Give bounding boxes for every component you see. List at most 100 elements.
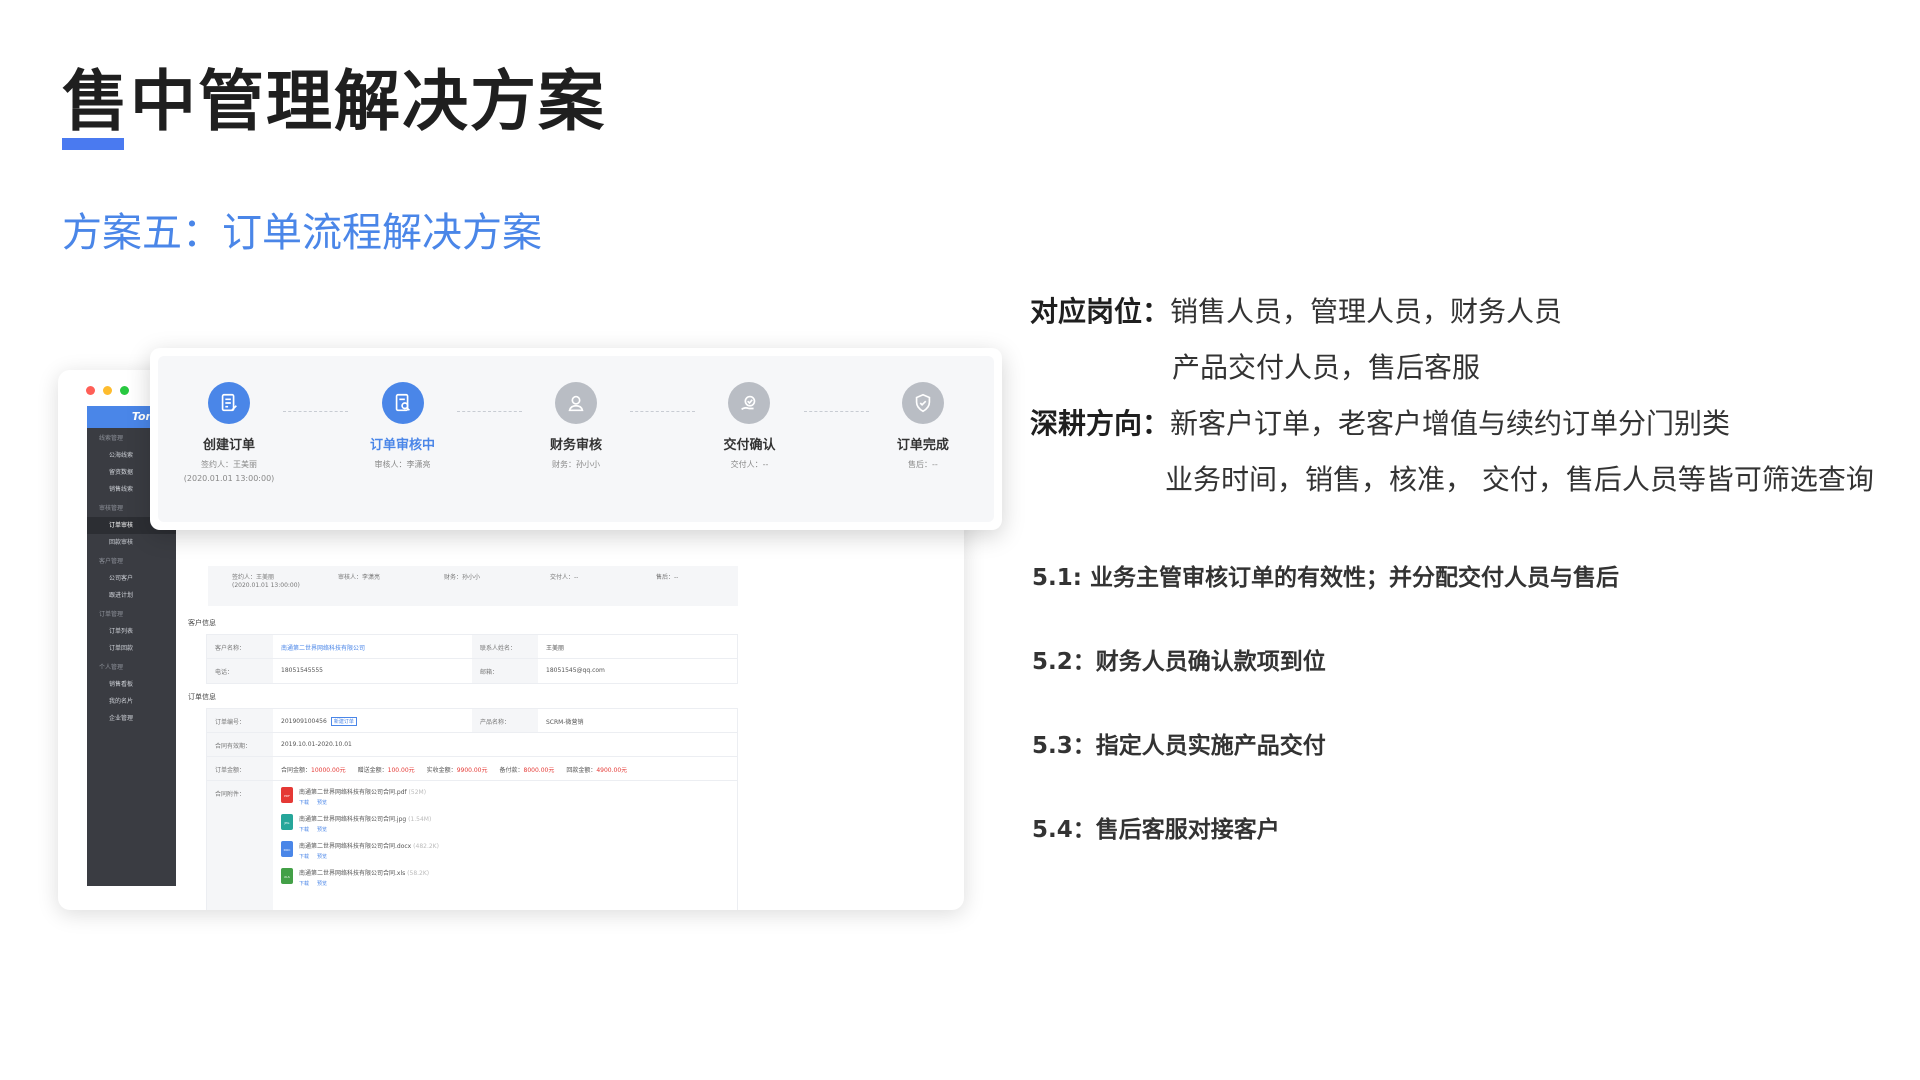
table-row: 订单金额： 合同金额：10000.00元 赠送金额：100.00元 实收金额：990… (207, 757, 737, 781)
summary-time: (2020.01.01 13:00:00) (232, 582, 300, 589)
progress-step[interactable]: 财务审核财务：孙小小 (506, 382, 646, 472)
amount-value: 10000.00元 (311, 767, 346, 774)
step-detail: 交付人：-- (679, 458, 819, 472)
order-amounts: 合同金额：10000.00元 赠送金额：100.00元 实收金额：9900.00元 备… (273, 757, 737, 780)
preview-link[interactable]: 预览 (317, 854, 327, 860)
file-icon: JPG (281, 814, 293, 830)
step-detail-line: 审核人：李潇亮 (374, 460, 431, 469)
amount-value: 8000.00元 (523, 767, 555, 774)
step-detail: 财务：孙小小 (506, 458, 646, 472)
progress-step[interactable]: 创建订单签约人：王美丽 (2020.01.01 13:00:00) (159, 382, 299, 486)
order-section-title: 订单信息 (188, 693, 216, 701)
attachment-size: (52M) (408, 789, 427, 796)
progress-step[interactable]: 订单完成 售后：-- (853, 382, 993, 472)
amount-label: 实收金额： (426, 767, 457, 774)
sidebar-item[interactable]: 我的名片 (87, 693, 176, 710)
attachment-name: 南通第二世界网络科技有限公司合同.pdf (52M) (299, 789, 427, 796)
attachment-size: (482.2K) (413, 843, 439, 850)
file-icon: DOC (281, 841, 293, 857)
cell-value: 18051545@qq.com (546, 667, 605, 674)
summary-reviewer: 审核人：李潇亮 (338, 574, 381, 581)
summary-delivery: 交付人：-- (550, 574, 579, 581)
attachment-item: PDF 南通第二世界网络科技有限公司合同.pdf (52M) 下载 预览 (281, 787, 737, 806)
sidebar-item[interactable]: 企业管理 (87, 710, 176, 727)
preview-link[interactable]: 预览 (317, 827, 327, 833)
table-row: 合同有效期： 2019.10.01-2020.10.01 (207, 733, 737, 757)
attachment-item: JPG 南通第二世界网络科技有限公司合同.jpg (1.54M) 下载 预览 (281, 814, 737, 833)
attachment-actions: 下载 预览 (299, 826, 431, 833)
step-detail-line: 财务：孙小小 (552, 460, 600, 469)
shield-check-icon (901, 382, 944, 424)
role-line-2: 产品交付人员，售后客服 (1172, 351, 1481, 384)
point-5-1: 5.1: 业务主管审核订单的有效性；并分配交付人员与售后 (1032, 565, 1619, 591)
sidebar-group-label: 订单管理 (99, 611, 124, 618)
progress-step[interactable]: 订单审核中 审核人：李潇亮 (333, 382, 473, 472)
cell-value: 201909100456 新建订单 (273, 709, 472, 732)
download-link[interactable]: 下载 (299, 800, 309, 806)
direction-line-2: 业务时间，销售，核准， 交付，售后人员等皆可筛选查询 (1165, 463, 1874, 496)
order-status-tag: 新建订单 (330, 717, 357, 726)
file-icon: XLS (281, 868, 293, 884)
attachment-body: 南通第二世界网络科技有限公司合同.jpg (1.54M) 下载 预览 (299, 814, 431, 833)
role-value: 销售人员，管理人员，财务人员 (1170, 295, 1563, 328)
table-row: 合同附件： PDF 南通第二世界网络科技有限公司合同.pdf (52M) 下载 预览 J… (207, 781, 737, 910)
cell-label: 电话： (207, 659, 273, 683)
attachment-actions: 下载 预览 (299, 853, 439, 860)
point-5-4: 5.4：售后客服对接客户 (1032, 817, 1280, 843)
sidebar-item[interactable]: 订单回款 (87, 640, 176, 657)
amount-label: 合同金额： (281, 767, 312, 774)
sidebar-item[interactable]: 回款审核 (87, 534, 176, 551)
customer-name-link[interactable]: 南通第二世界网络科技有限公司 (273, 635, 472, 658)
preview-link[interactable]: 预览 (317, 881, 327, 887)
preview-link[interactable]: 预览 (317, 800, 327, 806)
table-row: 电话： 18051545555 邮箱： 18051545@qq.com (207, 659, 737, 683)
cell-value: SCRM-微营销 (546, 719, 584, 726)
step-label: 财务审核 (549, 438, 602, 453)
amount-item: 备付款：8000.00元 (500, 767, 555, 774)
customer-table: 客户名称： 南通第二世界网络科技有限公司 联系人姓名： 王美丽 电话： 1805… (206, 634, 738, 684)
summary-aftersale: 售后：-- (656, 574, 679, 581)
download-link[interactable]: 下载 (299, 881, 309, 887)
point-5-3: 5.3：指定人员实施产品交付 (1032, 733, 1326, 759)
amount-value: 100.00元 (387, 767, 415, 774)
step-detail-line: 售后：-- (908, 460, 938, 469)
cell-value: 2019.10.01-2020.10.01 (281, 741, 352, 748)
role-line-1: 对应岗位：销售人员，管理人员，财务人员 (1030, 290, 1562, 330)
cell-label: 订单编号： (207, 709, 273, 732)
attachment-body: 南通第二世界网络科技有限公司合同.xls (58.2K) 下载 预览 (299, 868, 429, 887)
attachment-size: (1.54M) (408, 816, 432, 823)
direction-line-1: 深耕方向：新客户订单，老客户增值与续约订单分门别类 (1030, 402, 1730, 442)
hand-check-icon (728, 382, 771, 424)
zoom-dot[interactable] (120, 386, 129, 395)
cell-label: 合同附件： (207, 781, 273, 910)
doc-edit-icon (208, 382, 251, 424)
sidebar-item[interactable]: 订单列表 (87, 623, 176, 640)
attachment-name: 南通第二世界网络科技有限公司合同.xls (58.2K) (299, 870, 430, 877)
attachment-list: PDF 南通第二世界网络科技有限公司合同.pdf (52M) 下载 预览 JPG 南通第二… (273, 781, 737, 910)
close-dot[interactable] (86, 386, 95, 395)
page-subtitle: 方案五：订单流程解决方案 (62, 210, 542, 256)
download-link[interactable]: 下载 (299, 854, 309, 860)
amount-value: 9900.00元 (456, 767, 488, 774)
step-detail: 审核人：李潇亮 (333, 458, 473, 472)
amount-item: 实收金额：9900.00元 (427, 767, 488, 774)
attachment-item: XLS 南通第二世界网络科技有限公司合同.xls (58.2K) 下载 预览 (281, 868, 737, 887)
attachment-body: 南通第二世界网络科技有限公司合同.docx (482.2K) 下载 预览 (299, 841, 439, 860)
cell-label: 合同有效期： (207, 733, 273, 756)
step-detail: 售后：-- (853, 458, 993, 472)
progress-step[interactable]: 交付确认 交付人：-- (679, 382, 819, 472)
sidebar-group-label: 客户管理 (99, 558, 124, 565)
cell-value: 18051545555 (281, 667, 323, 674)
attachment-actions: 下载 预览 (299, 799, 426, 806)
sidebar-item[interactable]: 公司客户 (87, 570, 176, 587)
step-label: 创建订单 (203, 438, 256, 453)
step-detail: 签约人：王美丽 (2020.01.01 13:00:00) (159, 458, 299, 486)
cell-label: 产品名称： (472, 709, 538, 732)
download-link[interactable]: 下载 (299, 827, 309, 833)
minimize-dot[interactable] (103, 386, 112, 395)
order-number: 201909100456 (281, 718, 327, 725)
sidebar-item[interactable]: 跟进计划 (87, 587, 176, 604)
sidebar-item[interactable]: 销售看板 (87, 676, 176, 693)
direction-key: 深耕方向： (1030, 407, 1171, 440)
step-detail-line: 交付人：-- (730, 460, 769, 469)
